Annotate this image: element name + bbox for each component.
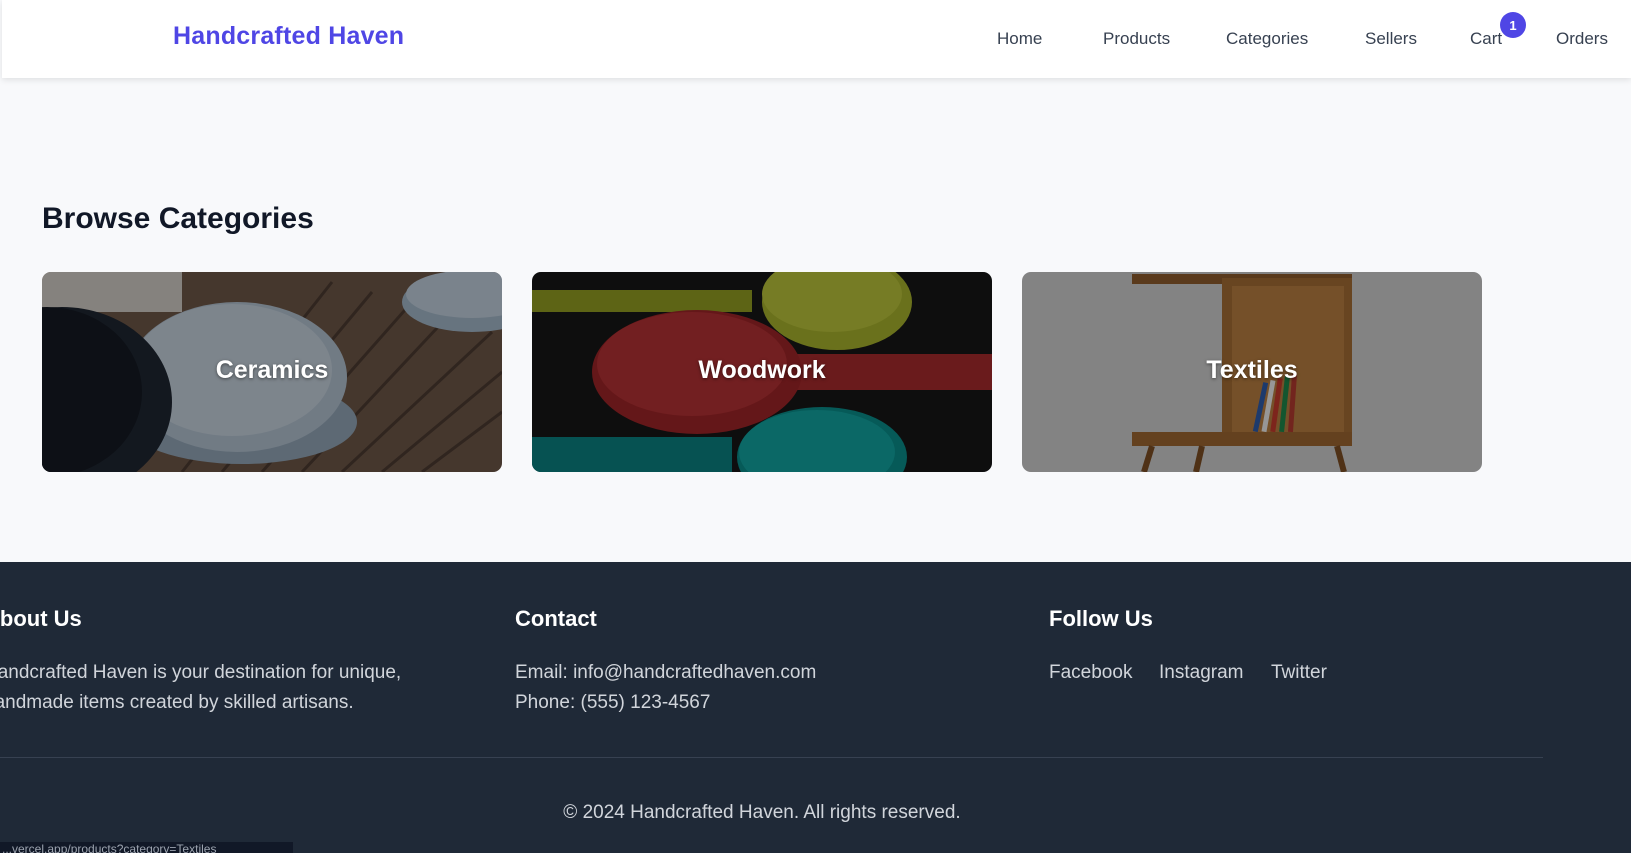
category-label: Textiles	[1206, 356, 1298, 384]
main-nav: Home Products Categories Sellers Cart Or…	[2, 29, 1631, 53]
site-footer: About Us Handcrafted Haven is your desti…	[0, 562, 1631, 853]
category-card-woodwork[interactable]: Woodwork	[532, 272, 992, 472]
nav-products[interactable]: Products	[1103, 29, 1170, 49]
twitter-link[interactable]: Twitter	[1271, 658, 1327, 688]
footer-about-text-2: handmade items created by skilled artisa…	[0, 692, 354, 713]
footer-about-text-1: Handcrafted Haven is your destination fo…	[0, 662, 402, 683]
site-header: Handcrafted Haven Home Products Categori…	[2, 0, 1631, 78]
category-card-ceramics[interactable]: Ceramics	[42, 272, 502, 472]
footer-phone: Phone: (555) 123-4567	[515, 692, 711, 713]
facebook-link[interactable]: Facebook	[1049, 658, 1132, 688]
copyright-text: © 2024 Handcrafted Haven. All rights res…	[563, 802, 961, 823]
footer-contact-heading: Contact	[515, 606, 597, 631]
page-title: Browse Categories	[42, 202, 314, 235]
nav-orders[interactable]: Orders	[1556, 29, 1608, 49]
status-bar-url: ...vercel.app/products?category=Textiles	[0, 842, 293, 853]
instagram-link[interactable]: Instagram	[1159, 658, 1243, 688]
nav-sellers[interactable]: Sellers	[1365, 29, 1417, 49]
cart-count-badge: 1	[1500, 12, 1526, 38]
nav-categories[interactable]: Categories	[1226, 29, 1308, 49]
footer-about-heading: About Us	[0, 606, 82, 631]
category-card-textiles[interactable]: Textiles	[1022, 272, 1482, 472]
footer-email[interactable]: Email: info@handcraftedhaven.com	[515, 658, 816, 688]
nav-home[interactable]: Home	[997, 29, 1042, 49]
nav-cart[interactable]: Cart	[1470, 29, 1502, 49]
footer-divider	[0, 757, 1543, 758]
category-label: Ceramics	[215, 356, 329, 384]
category-label: Woodwork	[698, 356, 826, 384]
footer-follow-heading: Follow Us	[1049, 606, 1153, 631]
